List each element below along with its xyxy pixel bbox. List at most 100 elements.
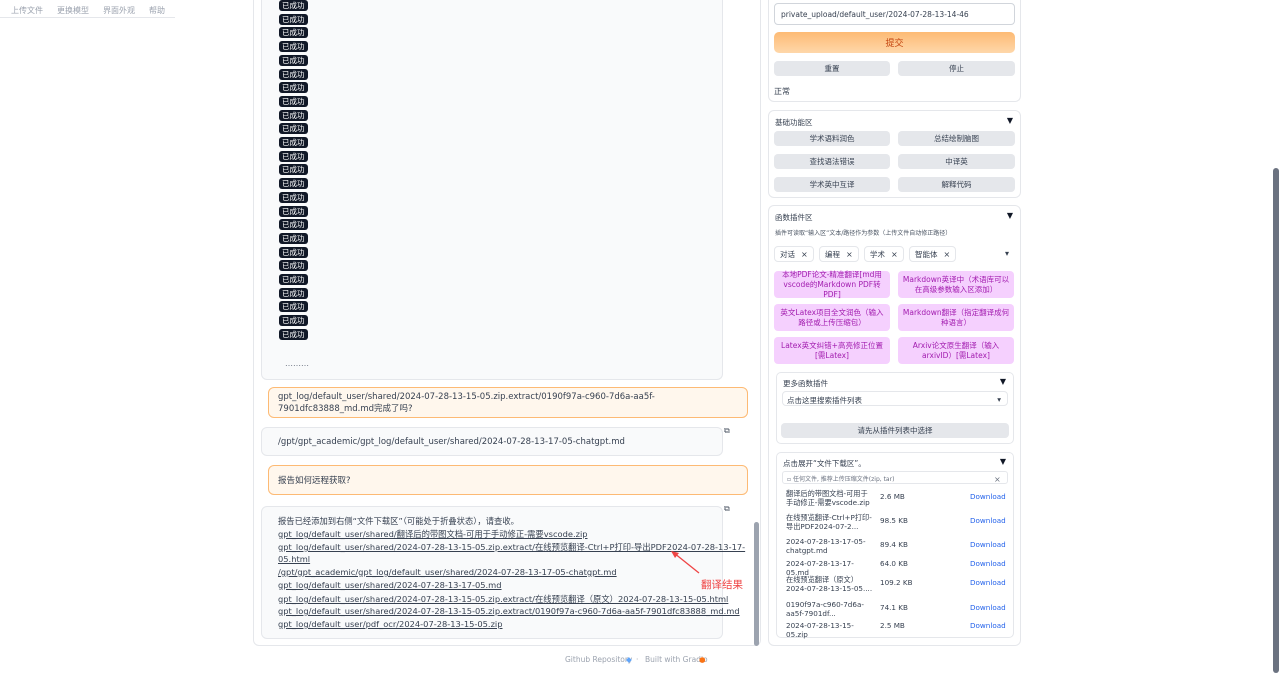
collapse-triangle-icon[interactable]: ▼ <box>1007 116 1013 125</box>
input-card: private_upload/default_user/2024-07-28-1… <box>768 0 1021 102</box>
copy-icon[interactable]: ⧉ <box>724 426 733 435</box>
success-badge: 已成功 <box>279 232 308 244</box>
file-name: 在线预览翻译-Ctrl+P打印-导出PDF2024-07-2... <box>786 513 872 531</box>
submit-button[interactable]: 提交 <box>774 32 1015 53</box>
status-text: 正常 <box>774 87 790 96</box>
file-size: 2.6 MB <box>880 492 905 501</box>
success-badge: 已成功 <box>279 315 308 327</box>
close-icon[interactable]: × <box>846 250 853 259</box>
report-link[interactable]: gpt_log/default_user/shared/2024-07-28-1… <box>278 593 728 605</box>
github-link[interactable]: Github Repository <box>565 655 632 664</box>
download-link[interactable]: Download <box>970 578 1006 587</box>
collapse-triangle-icon[interactable]: ▼ <box>1000 377 1006 386</box>
success-badge: 已成功 <box>279 219 308 231</box>
success-badge: 已成功 <box>279 41 308 53</box>
bot-report-message: 报告已经添加到右侧“文件下载区”（可能处于折叠状态），请查收。 gpt_log/… <box>261 506 745 639</box>
select-plugin-first-button[interactable]: 请先从插件列表中选择 <box>781 423 1009 438</box>
chat-scrollbar[interactable] <box>754 522 759 646</box>
chip-academic[interactable]: 学术 × <box>864 246 904 262</box>
copy-icon[interactable]: ⧉ <box>724 504 733 513</box>
arxiv-translate-button[interactable]: Arxiv论文原生翻译（输入arxivID）[需Latex] <box>898 337 1014 364</box>
file-size: 74.1 KB <box>880 603 908 612</box>
user-message: gpt_log/default_user/shared/2024-07-28-1… <box>268 387 748 418</box>
file-size: 2.5 MB <box>880 621 905 630</box>
success-badge: 已成功 <box>279 328 308 340</box>
ellipsis: ……… <box>285 359 309 368</box>
chip-label: 智能体 <box>915 249 938 259</box>
success-badge: 已成功 <box>279 95 308 107</box>
plugins-hint: 插件可读取“输入区”文本/路径作为参数（上传文件自动修正路径） <box>775 230 952 237</box>
md-en2zh-button[interactable]: Markdown英译中（术语库可以在高级参数输入区添加） <box>898 271 1014 298</box>
mindmap-button[interactable]: 总结绘制脑图 <box>898 131 1015 146</box>
user-message-text: gpt_log/default_user/shared/2024-07-28-1… <box>278 391 655 414</box>
pdf-translate-button[interactable]: 本地PDF论文-精准翻译[md用vscode的Markdown PDF转PDF] <box>774 270 890 299</box>
download-link[interactable]: Download <box>970 540 1006 549</box>
plugins-title: 函数插件区 <box>775 213 813 222</box>
grammar-button[interactable]: 查找语法错误 <box>774 154 890 169</box>
more-title: 更多函数插件 <box>783 379 828 388</box>
file-size: 109.2 KB <box>880 578 913 587</box>
user-message: 报告如何远程获取? <box>268 465 748 495</box>
download-link[interactable]: Download <box>970 559 1006 568</box>
report-link[interactable]: gpt_log/default_user/pdf_ocr/2024-07-28-… <box>278 619 503 629</box>
github-icon: ◆ <box>626 655 632 664</box>
report-link[interactable]: gpt_log/default_user/shared/2024-07-28-1… <box>278 580 502 590</box>
success-badge: 已成功 <box>279 191 308 203</box>
file-name: 翻译后的带图文档-可用于手动修正-需要vscode.zip <box>786 489 870 507</box>
close-icon[interactable]: × <box>994 475 1001 484</box>
stop-button[interactable]: 停止 <box>898 61 1015 76</box>
collapse-triangle-icon[interactable]: ▼ <box>1000 457 1006 466</box>
bot-message-log: 已成功 已成功 已成功 已成功 已成功 已成功 已成功 已成功 已成功 已成功 已成功 已成功 已成功已… <box>261 0 723 380</box>
success-badge: 已成功 <box>279 109 308 121</box>
report-intro: 报告已经添加到右侧“文件下载区”（可能处于折叠状态），请查收。 <box>278 516 519 526</box>
success-badge: 已成功 <box>279 123 308 135</box>
success-badge: 已成功 <box>279 246 308 258</box>
path-input[interactable]: private_upload/default_user/2024-07-28-1… <box>774 3 1015 25</box>
success-badge: 已成功 <box>279 82 308 94</box>
success-badge: 已成功 <box>279 13 308 25</box>
download-link[interactable]: Download <box>970 621 1006 630</box>
dropdown-icon: ▾ <box>997 395 1001 404</box>
chip-dropdown-icon[interactable]: ▾ <box>1005 249 1009 258</box>
chip-dialog[interactable]: 对话 × <box>774 246 814 262</box>
upload-dropzone[interactable]: ▫ 任何文件, 推荐上传压缩文件(zip, tar) <box>782 471 1008 484</box>
report-link[interactable]: /gpt/gpt_academic/gpt_log/default_user/s… <box>278 567 617 577</box>
chip-coding[interactable]: 编程 × <box>819 246 859 262</box>
download-link[interactable]: Download <box>970 492 1006 501</box>
close-icon[interactable]: × <box>801 250 808 259</box>
report-link[interactable]: gpt_log/default_user/shared/2024-07-28-1… <box>278 606 740 616</box>
academic-translate-button[interactable]: 学术英中互译 <box>774 177 890 192</box>
download-link[interactable]: Download <box>970 603 1006 612</box>
select-value: 点击这里搜索插件列表 <box>787 396 862 405</box>
zh2en-button[interactable]: 中译英 <box>898 154 1015 169</box>
chip-agent[interactable]: 智能体 × <box>909 246 957 262</box>
report-link[interactable]: gpt_log/default_user/shared/翻译后的带图文档-可用于… <box>278 528 588 540</box>
success-badge: 已成功 <box>279 27 308 39</box>
close-icon[interactable]: × <box>944 250 951 259</box>
file-name: 2024-07-28-13-17-05-chatgpt.md <box>786 537 866 555</box>
more-plugins-card: 更多函数插件 ▼ 点击这里搜索插件列表 ▾ 请先从插件列表中选择 <box>776 372 1014 444</box>
polish-button[interactable]: 学术语料润色 <box>774 131 890 146</box>
success-badge: 已成功 <box>279 68 308 80</box>
plugin-search-select[interactable]: 点击这里搜索插件列表 ▾ <box>782 391 1008 406</box>
basic-functions-card: 基础功能区 ▼ 学术语料润色 总结绘制脑图 查找语法错误 中译英 学术英中互译 … <box>768 110 1021 198</box>
md-translate-button[interactable]: Markdown翻译（指定翻译成何种语言） <box>898 304 1014 331</box>
explain-code-button[interactable]: 解释代码 <box>898 177 1015 192</box>
chip-label: 对话 <box>780 249 795 259</box>
page-scrollbar[interactable] <box>1273 168 1279 673</box>
success-badge: 已成功 <box>279 260 308 272</box>
latex-polish-button[interactable]: 英文Latex项目全文润色（输入路径或上传压缩包） <box>774 304 890 331</box>
nav-appearance[interactable]: 界面外观 <box>103 5 135 16</box>
success-badge: 已成功 <box>279 287 308 299</box>
nav-upload[interactable]: 上传文件 <box>11 5 43 16</box>
reset-button[interactable]: 重置 <box>774 61 890 76</box>
latex-correct-button[interactable]: Latex英文纠错+高亮修正位置 [需Latex] <box>774 337 890 364</box>
nav-help[interactable]: 帮助 <box>149 5 165 16</box>
report-link[interactable]: 05.html <box>278 554 310 564</box>
file-name: 2024-07-28-13-15-05.zip <box>786 621 854 639</box>
annotation-arrow <box>671 551 700 574</box>
nav-model[interactable]: 更换模型 <box>57 5 89 16</box>
collapse-triangle-icon[interactable]: ▼ <box>1007 211 1013 220</box>
close-icon[interactable]: × <box>891 250 898 259</box>
download-link[interactable]: Download <box>970 516 1006 525</box>
